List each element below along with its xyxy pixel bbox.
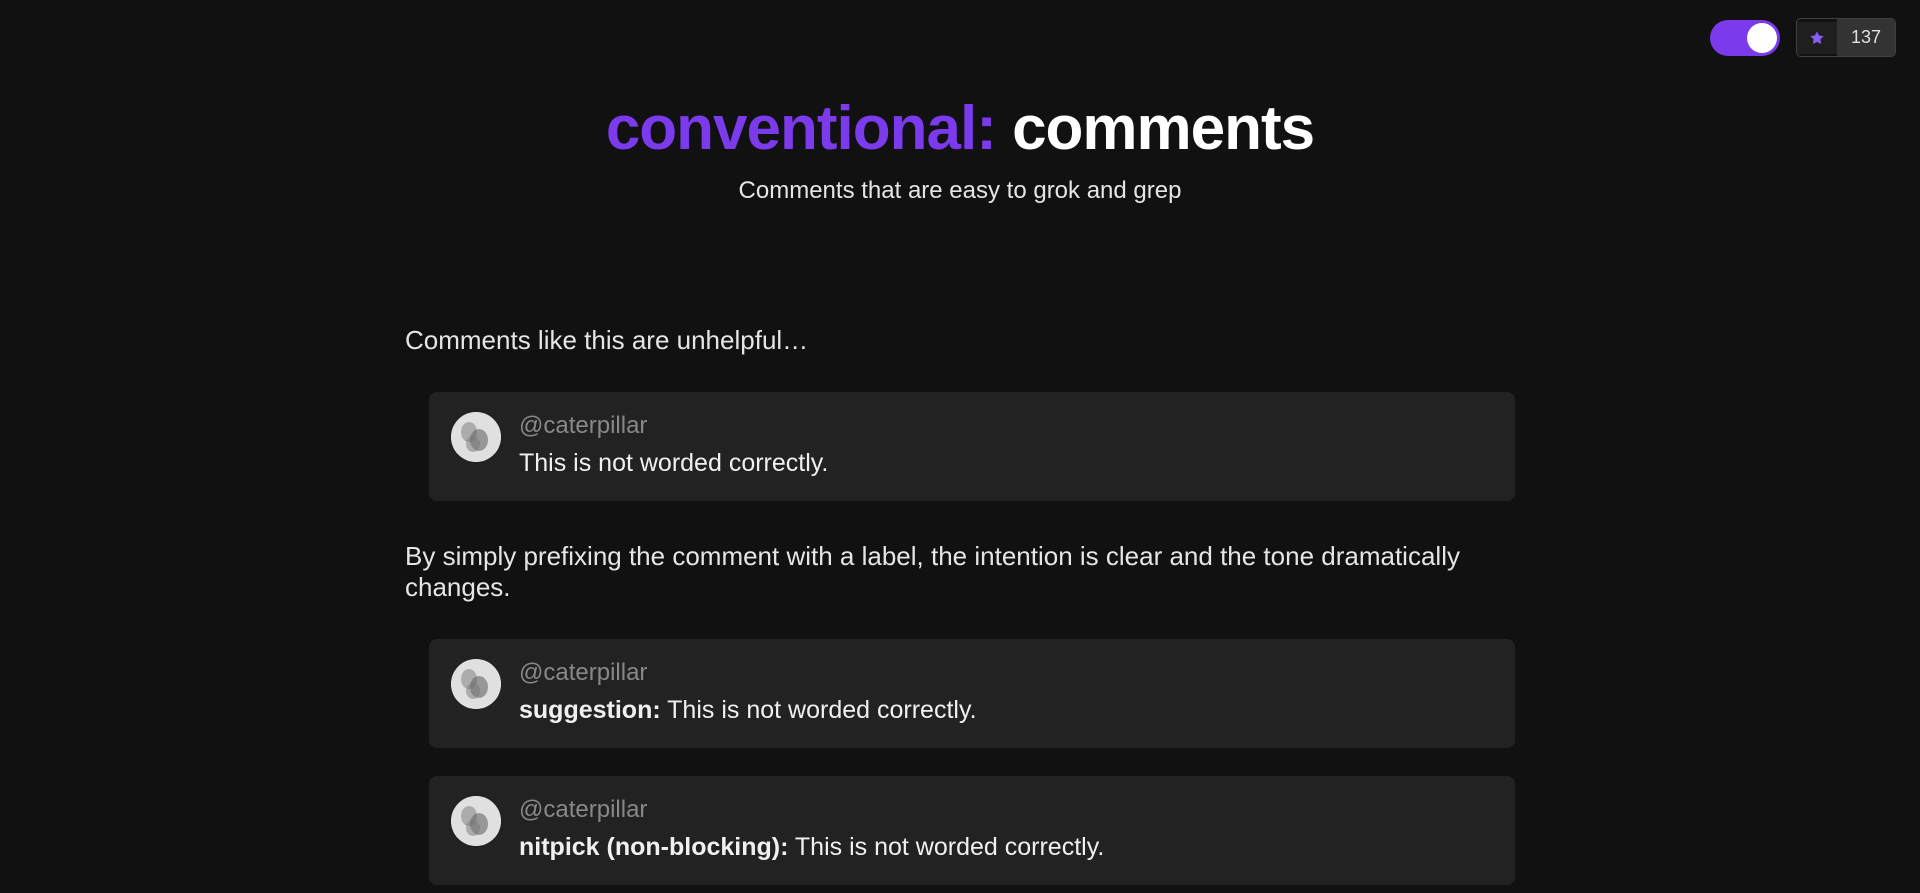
intro-text: Comments like this are unhelpful… — [405, 325, 1515, 356]
subtitle: Comments that are easy to grok and grep — [405, 177, 1515, 205]
username: @caterpillar — [519, 659, 1493, 687]
star-icon — [1809, 30, 1825, 46]
main-container: conventional: comments Comments that are… — [385, 95, 1535, 885]
comment-body: This is not worded correctly. — [661, 696, 977, 724]
comment-text: suggestion: This is not worded correctly… — [519, 693, 1493, 728]
comment-text: This is not worded correctly. — [519, 446, 1493, 481]
star-badge[interactable]: 137 — [1796, 18, 1896, 57]
caterpillar-avatar-icon — [451, 796, 501, 846]
avatar — [451, 659, 501, 709]
username: @caterpillar — [519, 796, 1493, 824]
comment-content: @caterpillar nitpick (non-blocking): Thi… — [519, 796, 1493, 865]
comment-content: @caterpillar This is not worded correctl… — [519, 412, 1493, 481]
comment-text: nitpick (non-blocking): This is not word… — [519, 830, 1493, 865]
caterpillar-avatar-icon — [451, 412, 501, 462]
top-bar: 137 — [0, 0, 1920, 75]
avatar — [451, 796, 501, 846]
description-text: By simply prefixing the comment with a l… — [405, 541, 1515, 603]
title-suffix: comments — [996, 94, 1314, 163]
page-title: conventional: comments — [405, 95, 1515, 163]
toggle-knob — [1747, 23, 1777, 53]
username: @caterpillar — [519, 412, 1493, 440]
comment-card: @caterpillar nitpick (non-blocking): Thi… — [429, 776, 1515, 885]
title-prefix: conventional: — [606, 94, 996, 163]
avatar — [451, 412, 501, 462]
comment-card: @caterpillar suggestion: This is not wor… — [429, 639, 1515, 748]
star-icon-box — [1797, 22, 1837, 54]
comment-label: nitpick (non-blocking): — [519, 833, 788, 861]
theme-toggle[interactable] — [1710, 20, 1780, 56]
comment-body: This is not worded correctly. — [788, 833, 1104, 861]
star-count: 137 — [1837, 19, 1895, 56]
comment-body: This is not worded correctly. — [519, 449, 828, 477]
comment-card: @caterpillar This is not worded correctl… — [429, 392, 1515, 501]
header: conventional: comments Comments that are… — [405, 95, 1515, 205]
comment-label: suggestion: — [519, 696, 661, 724]
comment-content: @caterpillar suggestion: This is not wor… — [519, 659, 1493, 728]
caterpillar-avatar-icon — [451, 659, 501, 709]
